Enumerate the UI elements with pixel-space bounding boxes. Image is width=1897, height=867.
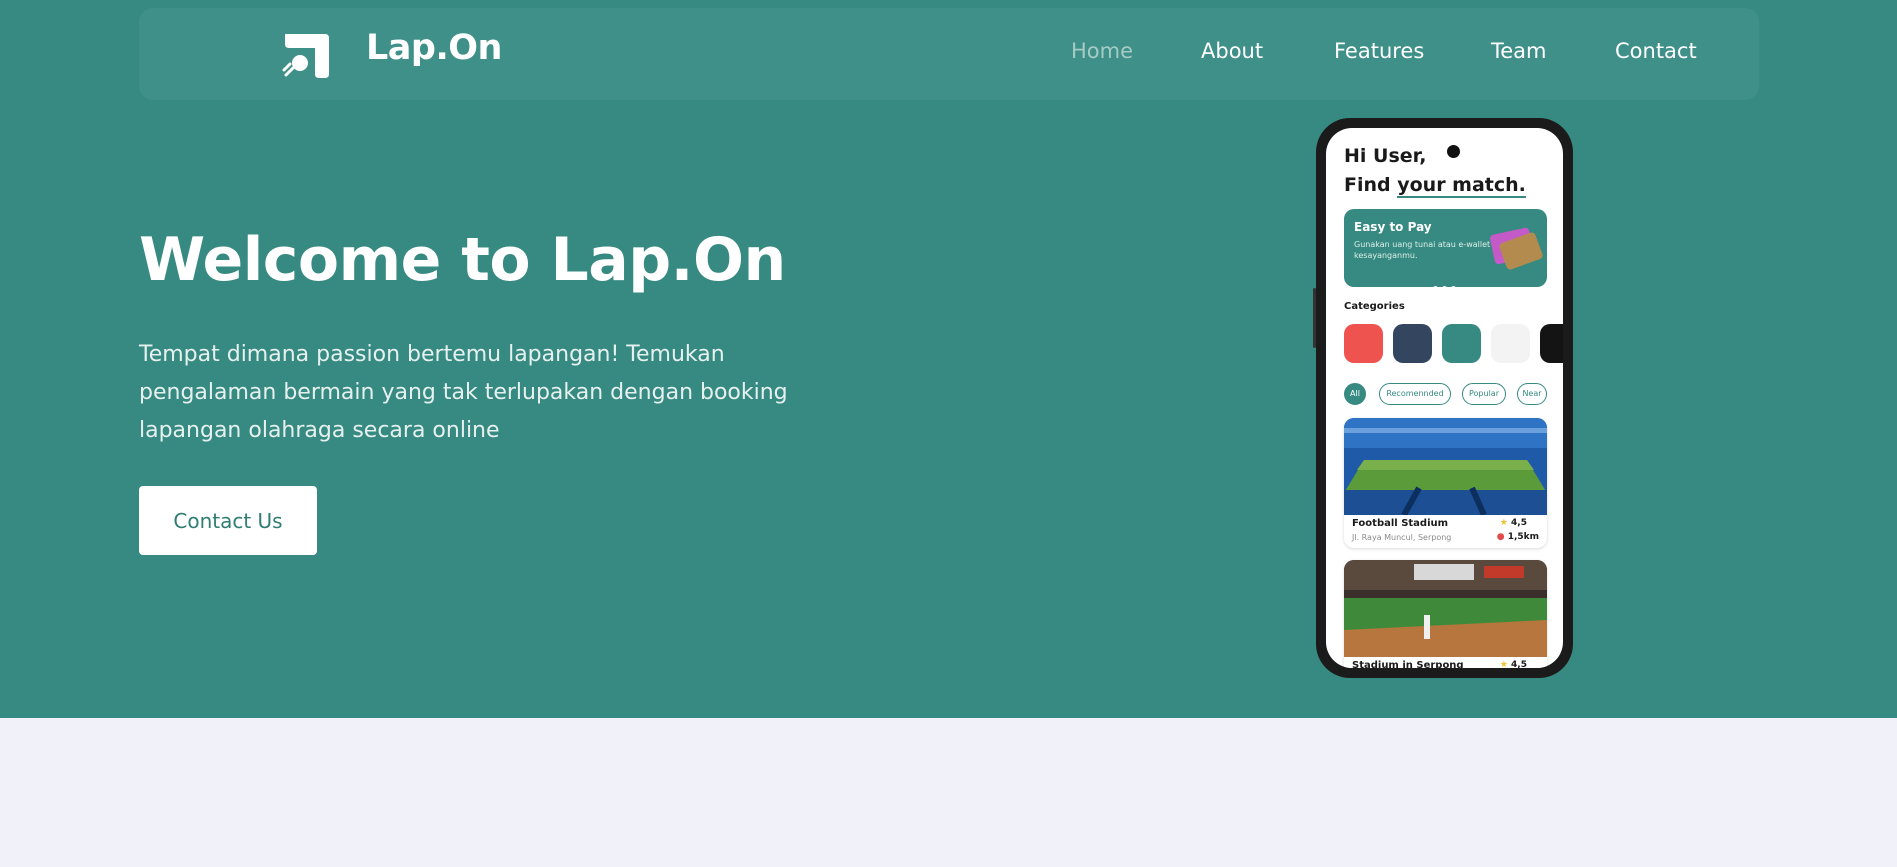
category-tile[interactable]	[1344, 324, 1383, 363]
location-pin-icon: ●	[1496, 532, 1505, 542]
category-tile[interactable]	[1491, 324, 1530, 363]
content-section	[0, 718, 1897, 867]
hero-section: Lap.On Home About Features Team Contact …	[0, 0, 1897, 718]
nav-about[interactable]: About	[1201, 39, 1263, 63]
hero-description: Tempat dimana passion bertemu lapangan! …	[139, 342, 788, 443]
stadium-card[interactable]: Football Stadium Jl. Raya Muncul, Serpon…	[1344, 418, 1547, 548]
chip-all[interactable]: All	[1344, 383, 1366, 405]
carousel-dot	[1442, 286, 1447, 291]
stadium-address: Jl. Raya Muncul, Serpong	[1352, 533, 1452, 542]
carousel-dots	[1433, 276, 1460, 295]
carousel-dot	[1433, 286, 1438, 291]
stadium-photo	[1344, 418, 1547, 517]
chip-near[interactable]: Near	[1517, 383, 1547, 405]
navbar: Lap.On Home About Features Team Contact	[139, 8, 1759, 100]
category-tile[interactable]	[1540, 324, 1563, 363]
nav-home[interactable]: Home	[1071, 39, 1133, 63]
stadium-name: Football Stadium	[1352, 518, 1449, 529]
nav-contact[interactable]: Contact	[1615, 39, 1697, 63]
rating-value: 4,5	[1511, 660, 1527, 668]
brand-name[interactable]: Lap.On	[366, 28, 502, 68]
promo-banner[interactable]: Easy to Pay Gunakan uang tunai atau e-wa…	[1344, 209, 1547, 291]
stadium-rating: ★ 4,5	[1500, 660, 1527, 668]
nav-features[interactable]: Features	[1334, 39, 1424, 63]
stadium-distance: ● 1,5km	[1497, 532, 1539, 542]
nav-team[interactable]: Team	[1491, 39, 1547, 63]
promo-subtitle: Gunakan uang tunai atau e-wallet kesayan…	[1354, 240, 1491, 260]
categories-label: Categories	[1344, 301, 1405, 312]
stadium-photo	[1344, 560, 1547, 657]
star-icon: ★	[1499, 518, 1508, 528]
promo-title: Easy to Pay	[1354, 220, 1432, 234]
star-icon: ★	[1499, 660, 1508, 668]
greeting-highlight: your match.	[1397, 174, 1526, 198]
category-tile[interactable]	[1393, 324, 1432, 363]
app-greeting: Hi User, Find your match.	[1344, 142, 1526, 200]
lapon-logo-icon[interactable]	[281, 30, 331, 80]
chip-popular[interactable]: Popular	[1462, 383, 1506, 405]
phone-side-button	[1313, 288, 1316, 348]
carousel-dot	[1451, 286, 1456, 291]
stadium-card[interactable]: Stadium in Serpong ★ 4,5	[1344, 560, 1547, 668]
greeting-line1: Hi User,	[1344, 145, 1427, 167]
chip-recommended[interactable]: Recomennded	[1379, 383, 1451, 405]
category-tile[interactable]	[1442, 324, 1481, 363]
greeting-prefix: Find	[1344, 174, 1398, 196]
greeting-line2: Find your match.	[1344, 171, 1526, 200]
contact-us-button[interactable]: Contact Us	[139, 486, 317, 555]
stadium-rating: ★ 4,5	[1500, 518, 1527, 528]
rating-value: 4,5	[1511, 518, 1527, 528]
hero-title: Welcome to Lap.On	[139, 225, 786, 295]
phone-mockup: Hi User, Find your match. Easy to Pay Gu…	[1313, 118, 1573, 678]
distance-value: 1,5km	[1507, 532, 1539, 542]
phone-screen: Hi User, Find your match. Easy to Pay Gu…	[1326, 128, 1563, 668]
stadium-name: Stadium in Serpong	[1352, 660, 1464, 668]
